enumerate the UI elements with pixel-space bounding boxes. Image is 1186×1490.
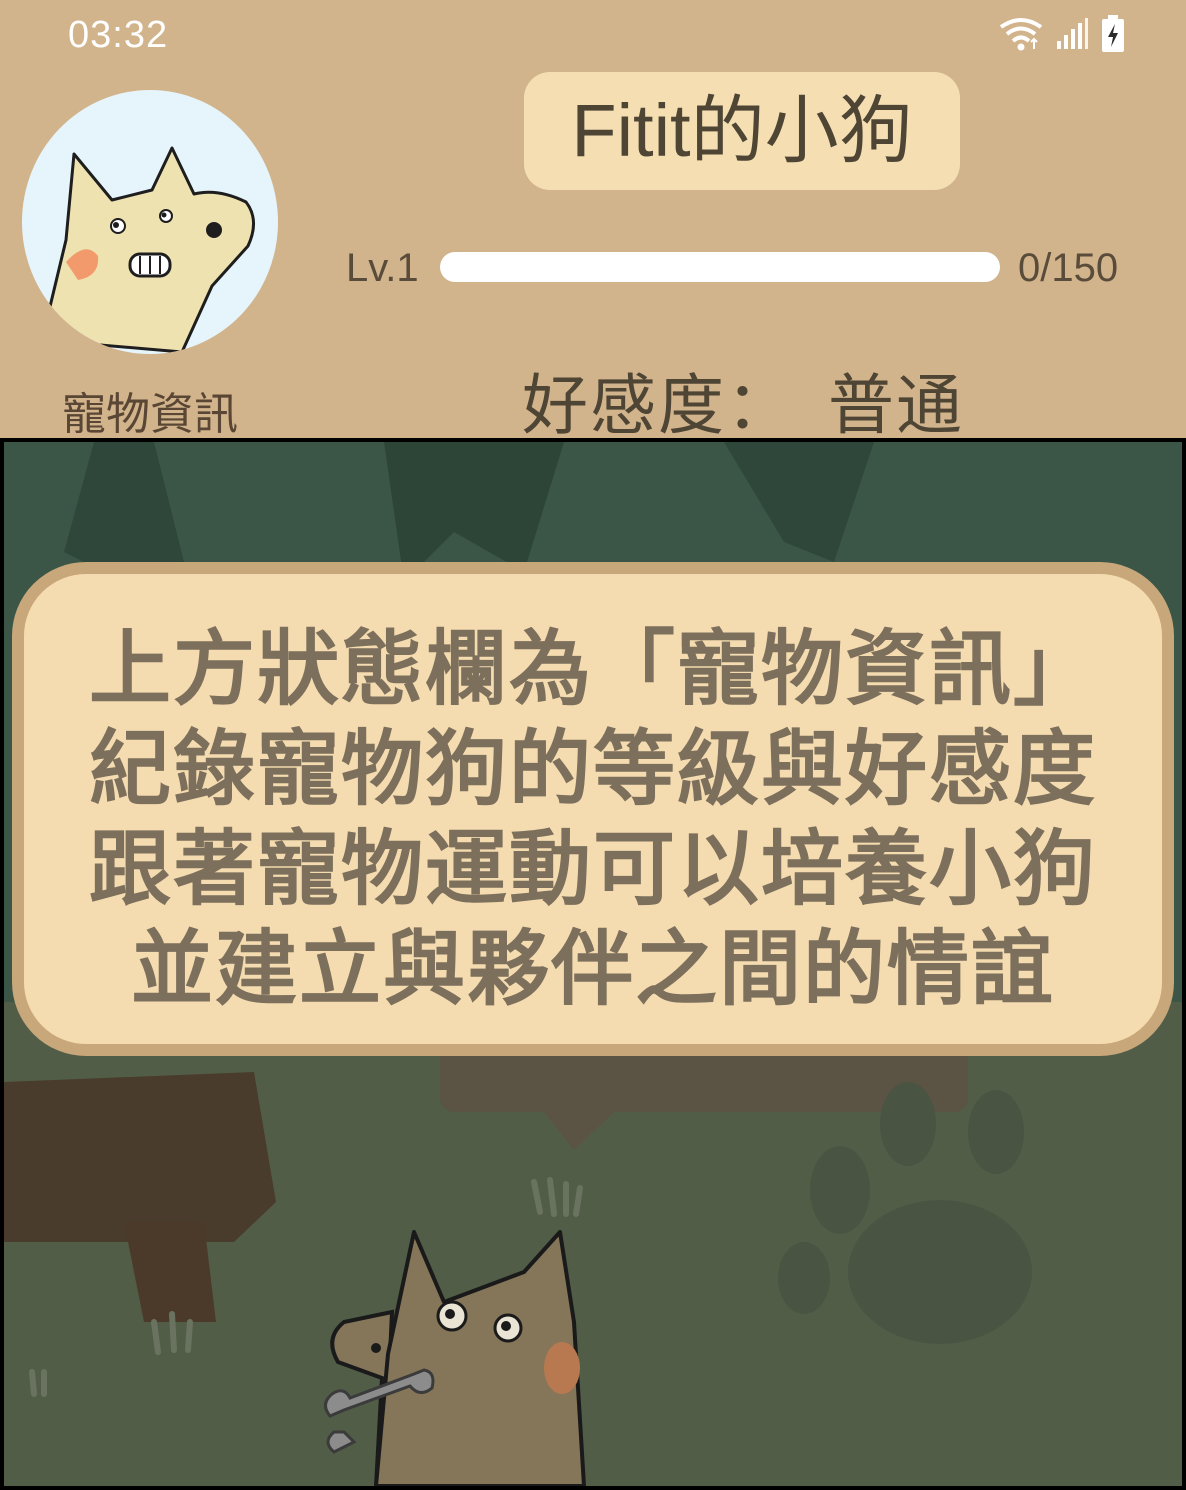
pet-name: Fitit的小狗 <box>571 89 913 172</box>
game-scene: 上方狀態欄為「寵物資訊」 紀錄寵物狗的等級與好感度 跟著寵物運動可以培養小狗 並… <box>4 442 1182 1486</box>
affection-label: 好感度： <box>522 367 794 444</box>
tutorial-tip-bubble[interactable]: 上方狀態欄為「寵物資訊」 紀錄寵物狗的等級與好感度 跟著寵物運動可以培養小狗 並… <box>12 562 1174 1056</box>
tip-line: 跟著寵物運動可以培養小狗 <box>88 822 1097 917</box>
affection-value: 普通 <box>828 367 964 444</box>
dog-face-icon <box>40 146 255 354</box>
tip-line: 上方狀態欄為「寵物資訊」 <box>88 622 1097 717</box>
affection-row: 好感度： 普通 <box>522 352 964 448</box>
pet-avatar[interactable] <box>22 90 278 354</box>
tip-line: 紀錄寵物狗的等級與好感度 <box>88 722 1097 817</box>
avatar-caption: 寵物資訊 <box>62 389 238 440</box>
level-label: Lv.1 <box>346 246 419 290</box>
signal-icon <box>1056 18 1088 49</box>
wifi-icon <box>999 18 1042 51</box>
status-icons <box>992 14 1126 58</box>
tutorial-tip-text: 上方狀態欄為「寵物資訊」 紀錄寵物狗的等級與好感度 跟著寵物運動可以培養小狗 並… <box>24 620 1162 1020</box>
pet-name-pill: Fitit的小狗 <box>524 72 960 190</box>
status-time: 03:32 <box>68 14 169 56</box>
exp-count: 0/150 <box>1018 246 1119 290</box>
tip-line: 並建立與夥伴之間的情誼 <box>130 922 1055 1017</box>
pet-info-header: 03:32 寵物資訊 Fitit的小狗 Lv.1 0/150 好感度： 普通 <box>0 0 1186 444</box>
exp-progress-bar <box>440 252 1000 282</box>
battery-charging-icon <box>1102 15 1124 52</box>
